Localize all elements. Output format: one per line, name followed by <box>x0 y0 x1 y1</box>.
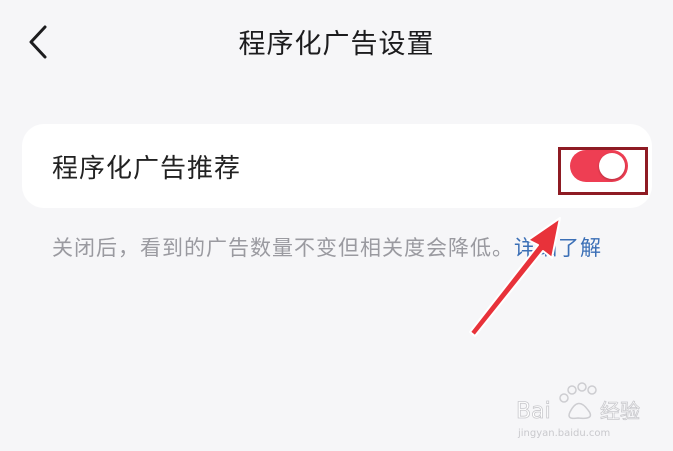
baidu-watermark: Bai 经验 jingyan.baidu.com <box>516 382 640 439</box>
setting-card-programmatic-ads: 程序化广告推荐 <box>22 124 652 208</box>
watermark-brand: Bai <box>516 399 551 424</box>
toggle-knob <box>599 153 625 179</box>
learn-more-link[interactable]: 详细了解 <box>514 236 602 260</box>
description-text: 关闭后，看到的广告数量不变但相关度会降低。 <box>52 236 514 260</box>
watermark-suffix: 经验 <box>600 399 640 423</box>
setting-description: 关闭后，看到的广告数量不变但相关度会降低。详细了解 <box>52 232 642 264</box>
watermark-url: jingyan.baidu.com <box>517 428 610 439</box>
nav-bar: 程序化广告设置 <box>0 0 673 86</box>
page-title: 程序化广告设置 <box>238 29 435 60</box>
programmatic-ads-toggle[interactable] <box>570 150 628 182</box>
setting-label: 程序化广告推荐 <box>52 154 242 184</box>
